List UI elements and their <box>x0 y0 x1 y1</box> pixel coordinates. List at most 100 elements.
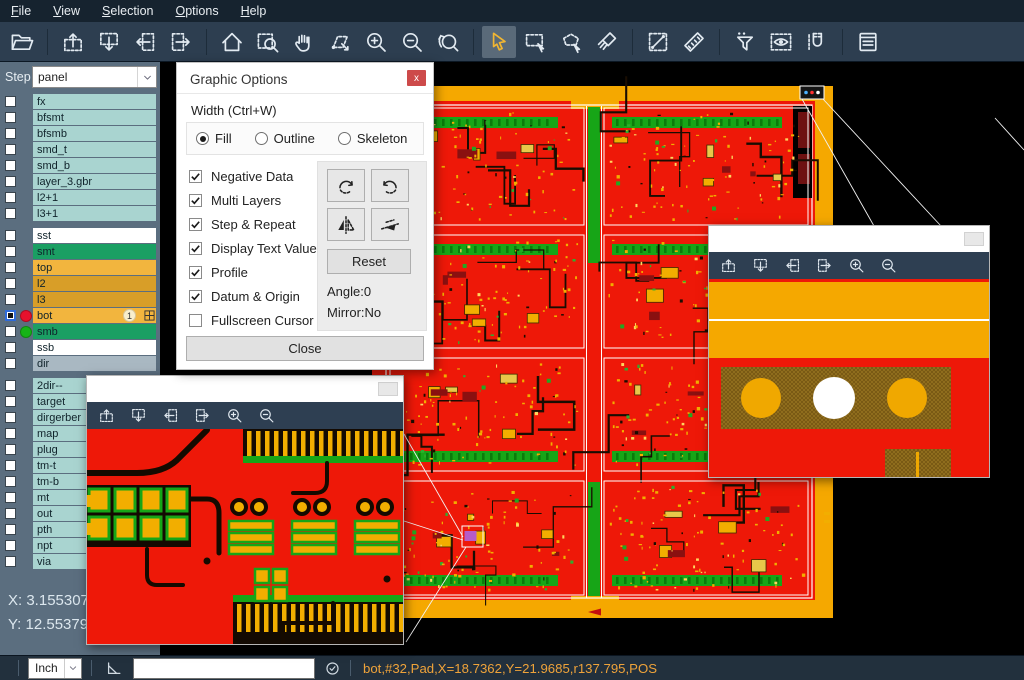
magnifier-window-button[interactable] <box>378 382 398 396</box>
checkbox-box[interactable] <box>189 314 202 327</box>
radio-dot[interactable] <box>255 132 268 145</box>
layer-row-sst[interactable]: sst <box>0 228 160 244</box>
pan-up-icon[interactable] <box>98 407 115 424</box>
radio-dot[interactable] <box>338 132 351 145</box>
tool-zoom-previous[interactable] <box>431 26 465 58</box>
menu-help[interactable]: Help <box>230 2 278 20</box>
tool-zoom-out[interactable] <box>395 26 429 58</box>
pan-right-icon[interactable] <box>816 257 833 274</box>
checkbox-step-repeat[interactable]: Step & Repeat <box>189 212 317 236</box>
pan-left-icon[interactable] <box>784 257 801 274</box>
pan-right-icon[interactable] <box>194 407 211 424</box>
layer-checkbox[interactable] <box>5 524 16 535</box>
checkbox-box[interactable] <box>189 266 202 279</box>
tool-zoom-window[interactable] <box>251 26 285 58</box>
layer-row-bot[interactable]: bot1 <box>0 308 160 324</box>
layer-row-l3+1[interactable]: l3+1 <box>0 206 160 222</box>
magnifier-view-top-right[interactable] <box>709 279 989 477</box>
unit-select[interactable]: Inch <box>28 658 82 679</box>
checkbox-box[interactable] <box>189 242 202 255</box>
magnifier-titlebar[interactable] <box>87 376 403 402</box>
checkbox-fullscreen-cursor[interactable]: Fullscreen Cursor <box>189 308 317 332</box>
layer-row-l2[interactable]: l2 <box>0 276 160 292</box>
magnifier-view-bottom-left[interactable] <box>87 429 403 644</box>
tool-zoom-object[interactable] <box>323 26 357 58</box>
layer-checkbox[interactable] <box>5 246 16 257</box>
tool-home[interactable] <box>215 26 249 58</box>
layer-checkbox[interactable] <box>5 556 16 567</box>
layer-checkbox[interactable] <box>5 262 16 273</box>
tool-pan-up[interactable] <box>56 26 90 58</box>
menu-file[interactable]: File <box>0 2 42 20</box>
flip-vertical-button[interactable] <box>371 208 409 241</box>
tool-pan-down[interactable] <box>92 26 126 58</box>
checkbox-box[interactable] <box>189 290 202 303</box>
checkbox-negative-data[interactable]: Negative Data <box>189 164 317 188</box>
close-icon[interactable]: x <box>407 70 426 86</box>
radio-dot[interactable] <box>196 132 209 145</box>
layer-checkbox[interactable] <box>5 460 16 471</box>
layer-checkbox[interactable] <box>5 176 16 187</box>
rotate-cw-button[interactable] <box>327 169 365 202</box>
tool-measure-distance[interactable] <box>641 26 675 58</box>
layer-row-fx[interactable]: fx <box>0 94 160 110</box>
layer-checkbox[interactable] <box>5 380 16 391</box>
close-button[interactable]: Close <box>186 336 424 361</box>
status-check-icon[interactable] <box>324 660 341 677</box>
layer-checkbox[interactable] <box>5 428 16 439</box>
layer-checkbox[interactable] <box>5 160 16 171</box>
layer-row-smd_b[interactable]: smd_b <box>0 158 160 174</box>
reset-button[interactable]: Reset <box>327 249 411 274</box>
checkbox-box[interactable] <box>189 170 202 183</box>
tool-open-folder[interactable] <box>5 26 39 58</box>
layer-checkbox[interactable] <box>5 128 16 139</box>
tool-pan-hand[interactable] <box>287 26 321 58</box>
layer-checkbox[interactable] <box>5 508 16 519</box>
tool-pan-left[interactable] <box>128 26 162 58</box>
tool-filter[interactable] <box>728 26 762 58</box>
layer-row-l2+1[interactable]: l2+1 <box>0 190 160 206</box>
tool-clean-brush[interactable] <box>590 26 624 58</box>
angle-measure-icon[interactable] <box>105 659 123 677</box>
checkbox-profile[interactable]: Profile <box>189 260 317 284</box>
layer-checkbox[interactable] <box>5 444 16 455</box>
zoom-out-icon[interactable] <box>880 257 897 274</box>
checkbox-box[interactable] <box>189 194 202 207</box>
layer-checkbox[interactable] <box>5 230 16 241</box>
radio-fill[interactable]: Fill <box>196 131 232 146</box>
layer-checkbox[interactable] <box>5 492 16 503</box>
layer-row-l3[interactable]: l3 <box>0 292 160 308</box>
checkbox-box[interactable] <box>189 218 202 231</box>
layer-checkbox[interactable] <box>5 208 16 219</box>
menu-selection[interactable]: Selection <box>91 2 164 20</box>
zoom-out-icon[interactable] <box>258 407 275 424</box>
checkbox-datum-origin[interactable]: Datum & Origin <box>189 284 317 308</box>
tool-pan-right[interactable] <box>164 26 198 58</box>
tool-snap-magnet[interactable] <box>800 26 834 58</box>
layer-checkbox[interactable] <box>5 326 16 337</box>
layer-row-bfsmt[interactable]: bfsmt <box>0 110 160 126</box>
radio-skeleton[interactable]: Skeleton <box>338 131 408 146</box>
pan-up-icon[interactable] <box>720 257 737 274</box>
layer-row-smd_t[interactable]: smd_t <box>0 142 160 158</box>
layer-checkbox[interactable] <box>5 358 16 369</box>
layer-checkbox[interactable] <box>5 96 16 107</box>
flip-horizontal-button[interactable] <box>327 208 365 241</box>
layer-row-dir[interactable]: dir <box>0 356 160 372</box>
rotate-ccw-button[interactable] <box>371 169 409 202</box>
layer-checkbox[interactable] <box>5 396 16 407</box>
pan-down-icon[interactable] <box>130 407 147 424</box>
zoom-in-icon[interactable] <box>226 407 243 424</box>
menu-view[interactable]: View <box>42 2 91 20</box>
tool-select-arrow[interactable] <box>482 26 516 58</box>
command-input[interactable] <box>133 658 315 679</box>
magnifier-titlebar[interactable] <box>709 226 989 252</box>
step-select[interactable]: panel <box>32 66 157 88</box>
grid-icon[interactable] <box>144 310 155 321</box>
layer-checkbox[interactable] <box>5 144 16 155</box>
pan-down-icon[interactable] <box>752 257 769 274</box>
layer-row-top[interactable]: top <box>0 260 160 276</box>
layer-row-smt[interactable]: smt <box>0 244 160 260</box>
tool-eye-preview[interactable] <box>764 26 798 58</box>
layer-checkbox[interactable] <box>5 278 16 289</box>
